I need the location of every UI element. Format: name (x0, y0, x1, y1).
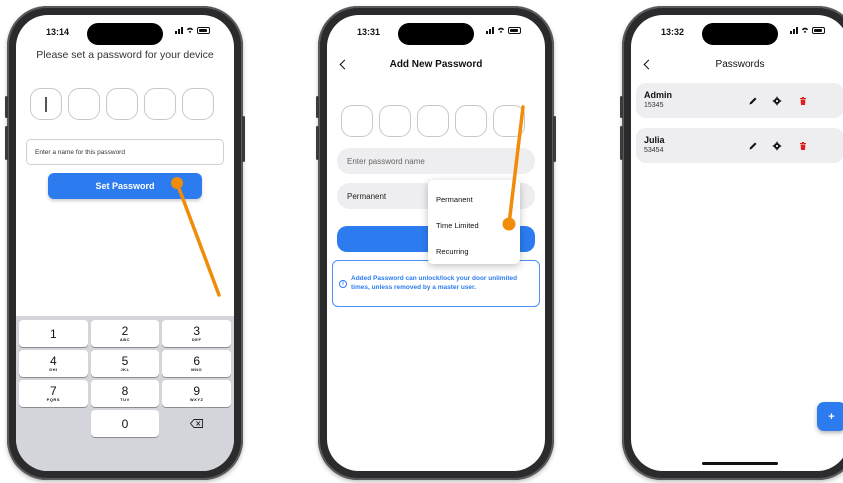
key-letters: WXYZ (189, 397, 204, 402)
dynamic-island (702, 23, 778, 45)
home-indicator (702, 462, 778, 465)
signal-icon (175, 26, 183, 34)
pin-box[interactable] (182, 88, 214, 120)
set-password-button[interactable]: Set Password (48, 173, 202, 199)
edit-pencil-icon[interactable] (748, 96, 758, 106)
pin-box[interactable] (493, 105, 525, 137)
key-letters: GHI (49, 367, 58, 372)
key-digit: 3 (193, 324, 200, 338)
backspace-key[interactable] (162, 410, 231, 437)
pin-input[interactable] (341, 105, 525, 137)
numeric-keypad: 1 2 ABC 3 DEF 4 GHI 5 JKL 6 MNO 7 PQRS 8 TUV 9W… (16, 316, 234, 471)
key-letters: TUV (120, 397, 130, 402)
key-letters: MNO (191, 367, 203, 372)
info-box: i Added Password can unlock/lock your do… (332, 260, 540, 307)
pin-box[interactable] (106, 88, 138, 120)
dynamic-island (87, 23, 163, 45)
delete-trash-icon[interactable] (798, 96, 808, 106)
status-icons (790, 26, 825, 34)
key-letters: JKL (120, 367, 130, 372)
key-digit: 5 (121, 354, 129, 368)
key-digit: 7 (49, 384, 57, 398)
info-text: Added Password can unlock/lock your door… (351, 275, 518, 291)
pin-box[interactable] (417, 105, 449, 137)
wifi-icon (801, 27, 809, 34)
phone-add-new-password: 13:31 Add New Password Enter password na… (316, 6, 556, 480)
pin-box[interactable] (379, 105, 411, 137)
battery-icon (197, 26, 210, 34)
pin-box[interactable] (68, 88, 100, 120)
pin-box[interactable] (30, 88, 62, 120)
dropdown-option-permanent[interactable]: Permanent (436, 195, 473, 204)
key-digit: 0 (121, 416, 129, 431)
password-name: Julia (644, 135, 665, 145)
key-letters: DEF (191, 337, 202, 342)
wifi-icon (497, 27, 505, 34)
status-icons (175, 26, 210, 34)
password-card[interactable]: Admin 15345 (636, 83, 843, 118)
key-letters: PQRS (46, 397, 60, 402)
key-digit: 1 (49, 326, 57, 341)
signal-icon (486, 26, 494, 34)
battery-icon (812, 26, 825, 34)
status-time: 13:31 (357, 27, 381, 37)
pin-box[interactable] (455, 105, 487, 137)
phone-passwords-list: 13:32 Passwords Admin 15345 Julia 53454 … (620, 6, 843, 480)
dropdown-option-time-limited[interactable]: Time Limited (436, 221, 479, 230)
pin-input[interactable] (30, 88, 214, 120)
key-2[interactable]: 2 ABC (90, 320, 160, 347)
password-code: 15345 (644, 102, 664, 109)
key-5[interactable]: 5 JKL (90, 350, 160, 377)
status-icons (486, 26, 521, 34)
status-time: 13:32 (661, 27, 685, 37)
key-digit: 9 (193, 384, 200, 398)
dynamic-island (398, 23, 474, 45)
screen: 13:32 Passwords Admin 15345 Julia 53454 … (631, 15, 843, 471)
edit-pencil-icon[interactable] (748, 141, 758, 151)
key-blank (19, 410, 88, 437)
battery-icon (508, 26, 521, 34)
password-code: 53454 (644, 147, 664, 154)
settings-gear-icon[interactable] (772, 96, 782, 106)
key-digit: 4 (49, 354, 57, 368)
info-icon: i (339, 279, 347, 288)
password-name-input[interactable]: Enter password name (337, 148, 535, 174)
dropdown-option-recurring[interactable]: Recurring (436, 247, 469, 256)
page-title: Add New Password (389, 59, 483, 70)
wifi-icon (186, 27, 194, 34)
key-6[interactable]: 6 MNO (162, 350, 231, 377)
key-digit: 8 (121, 384, 129, 398)
backspace-icon (190, 419, 204, 428)
settings-gear-icon[interactable] (772, 141, 782, 151)
key-3[interactable]: 3 DEF (162, 320, 231, 347)
phone-set-password: 13:14 Please set a password for your dev… (5, 6, 245, 480)
password-name-input[interactable]: Enter a name for this password (26, 139, 224, 165)
key-4[interactable]: 4 GHI (19, 350, 88, 377)
key-digit: 6 (193, 354, 200, 368)
page-title: Please set a password for your device (36, 49, 214, 61)
screen: 13:31 Add New Password Enter password na… (327, 15, 545, 471)
page-title: Passwords (715, 59, 765, 70)
status-time: 13:14 (46, 27, 70, 37)
add-password-fab[interactable]: + (817, 402, 843, 431)
password-card[interactable]: Julia 53454 (636, 128, 843, 163)
screen: 13:14 Please set a password for your dev… (16, 15, 234, 471)
key-letters: ABC (119, 337, 131, 342)
signal-icon (790, 26, 798, 34)
key-1[interactable]: 1 (19, 320, 88, 347)
key-9[interactable]: 9 WXYZ (162, 380, 231, 407)
password-type-dropdown: Permanent Time Limited Recurring (428, 180, 520, 264)
pin-box[interactable] (341, 105, 373, 137)
delete-trash-icon[interactable] (798, 141, 808, 151)
pin-box[interactable] (144, 88, 176, 120)
key-0[interactable]: 0 (90, 410, 160, 437)
password-name: Admin (644, 90, 672, 100)
key-digit: 2 (121, 324, 129, 338)
key-8[interactable]: 8 TUV (90, 380, 160, 407)
key-7[interactable]: 7 PQRS (19, 380, 88, 407)
